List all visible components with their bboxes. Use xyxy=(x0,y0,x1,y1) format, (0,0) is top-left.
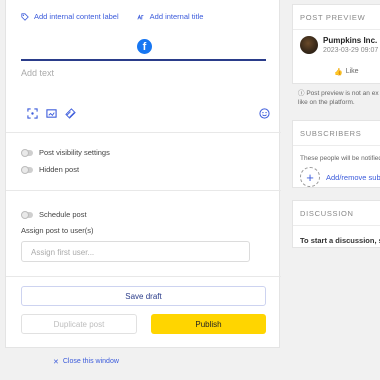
media-toolbar xyxy=(21,108,270,120)
page-name: Pumpkins Inc. xyxy=(323,36,378,45)
discussion-title: DISCUSSION xyxy=(300,209,354,218)
post-preview-title: POST PREVIEW xyxy=(300,13,366,22)
post-date: 2023-03-29 09:07 xyxy=(323,47,379,54)
discussion-card: DISCUSSION To start a discussion, sa xyxy=(292,200,380,248)
assign-users-label: Assign post to user(s) xyxy=(21,226,94,235)
hidden-post-row[interactable]: Hidden post xyxy=(21,165,79,174)
card-divider xyxy=(293,29,380,30)
emoji-icon[interactable] xyxy=(259,108,270,119)
post-visibility-label: Post visibility settings xyxy=(39,148,110,157)
publish-button[interactable]: Publish xyxy=(151,314,266,334)
thumbs-up-icon: 👍 xyxy=(334,69,343,76)
preview-note-line1: Post preview is not an ex xyxy=(306,90,379,97)
schedule-post-toggle[interactable] xyxy=(21,210,33,219)
duplicate-post-button[interactable]: Duplicate post xyxy=(21,314,137,334)
avatar xyxy=(300,36,318,54)
add-remove-subscribers-label: Add/remove subsc xyxy=(326,172,380,182)
subscribers-description: These people will be notified xyxy=(300,155,380,162)
post-visibility-row[interactable]: Post visibility settings xyxy=(21,148,110,157)
post-preview-card: POST PREVIEW Pumpkins Inc. 2023-03-29 09… xyxy=(292,4,380,84)
post-text-placeholder: Add text xyxy=(21,68,55,78)
save-draft-button[interactable]: Save draft xyxy=(21,286,266,306)
close-icon: ✕ xyxy=(53,359,59,366)
schedule-post-row[interactable]: Schedule post xyxy=(21,210,87,219)
preview-note-line2: like on the platform. xyxy=(298,99,355,106)
image-icon[interactable] xyxy=(46,108,57,119)
post-visibility-toggle[interactable] xyxy=(21,148,33,157)
section-divider xyxy=(6,276,281,277)
link-icon[interactable] xyxy=(65,108,76,119)
facebook-icon[interactable]: f xyxy=(137,39,152,54)
subscribers-title: SUBSCRIBERS xyxy=(300,129,362,138)
tag-icon xyxy=(21,12,29,21)
post-text-input[interactable]: Add text xyxy=(21,68,266,98)
like-label: Like xyxy=(345,68,359,75)
close-window-text: Close this window xyxy=(62,358,119,365)
add-icon: + xyxy=(300,167,320,187)
section-divider xyxy=(6,190,281,191)
like-button[interactable]: 👍 Like xyxy=(334,68,359,76)
section-divider xyxy=(6,132,281,133)
hidden-post-label: Hidden post xyxy=(39,165,80,174)
crop-icon[interactable] xyxy=(27,108,38,119)
add-internal-title-link[interactable]: Add internal title xyxy=(137,12,204,21)
network-tab-indicator xyxy=(21,59,266,61)
preview-note: ⓘ Post preview is not an ex like on the … xyxy=(298,89,379,107)
add-content-label-link[interactable]: Add internal content label xyxy=(21,12,119,21)
top-links: Add internal content label Add internal … xyxy=(21,12,203,21)
add-internal-title-text: Add internal title xyxy=(149,12,204,21)
assign-user-placeholder: Assign first user... xyxy=(31,248,95,257)
close-window-link[interactable]: ✕ Close this window xyxy=(53,358,119,366)
add-remove-subscribers[interactable]: + Add/remove subsc xyxy=(293,162,380,187)
info-icon: ⓘ xyxy=(298,90,305,97)
subscribers-card: SUBSCRIBERS These people will be notifie… xyxy=(292,120,380,188)
schedule-post-label: Schedule post xyxy=(39,210,87,219)
title-icon xyxy=(137,13,144,20)
assign-user-input[interactable]: Assign first user... xyxy=(21,241,250,262)
add-content-label-text: Add internal content label xyxy=(34,12,119,21)
post-editor-card: Add internal content label Add internal … xyxy=(5,0,281,348)
hidden-post-toggle[interactable] xyxy=(21,165,33,174)
discussion-text: To start a discussion, sa xyxy=(300,236,380,245)
